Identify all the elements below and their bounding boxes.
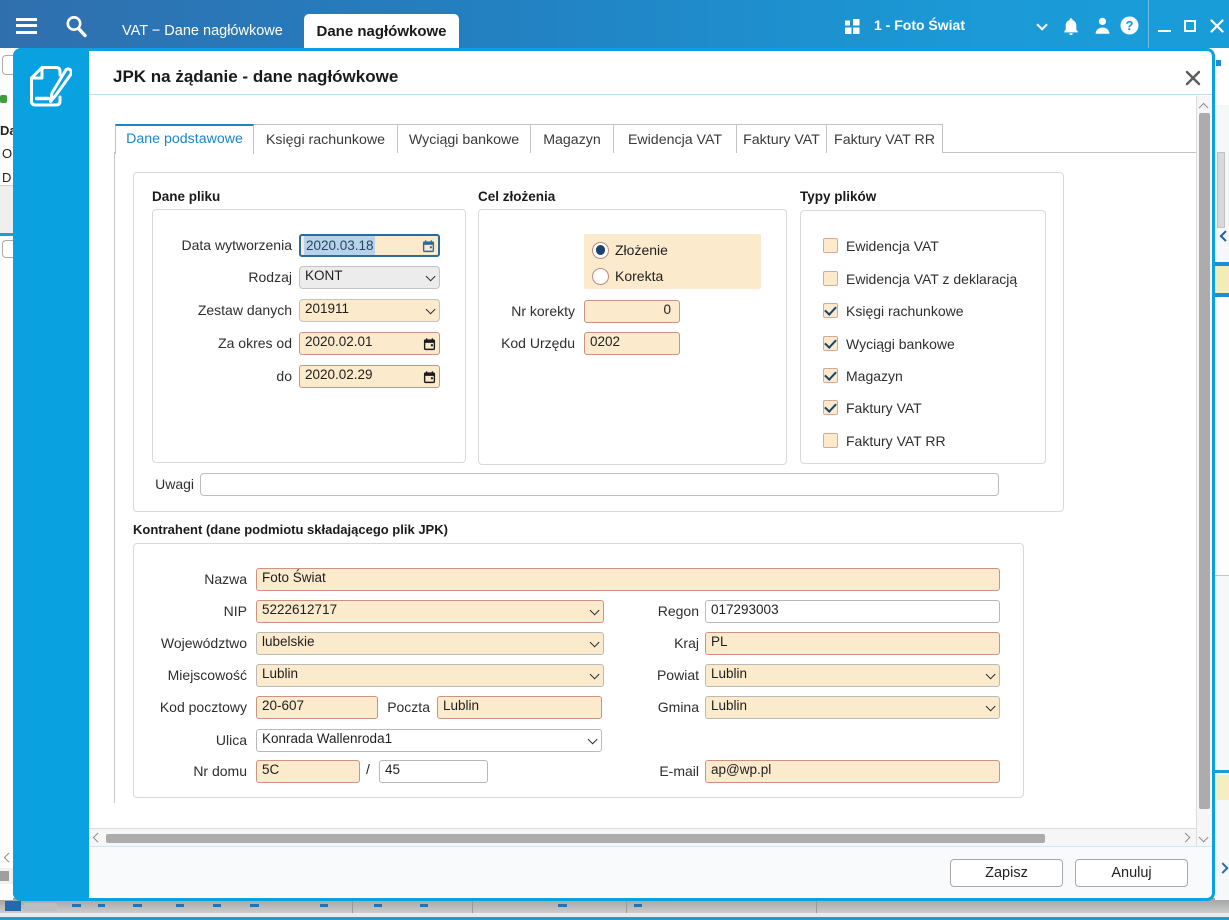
svg-text:?: ? xyxy=(1126,18,1134,33)
